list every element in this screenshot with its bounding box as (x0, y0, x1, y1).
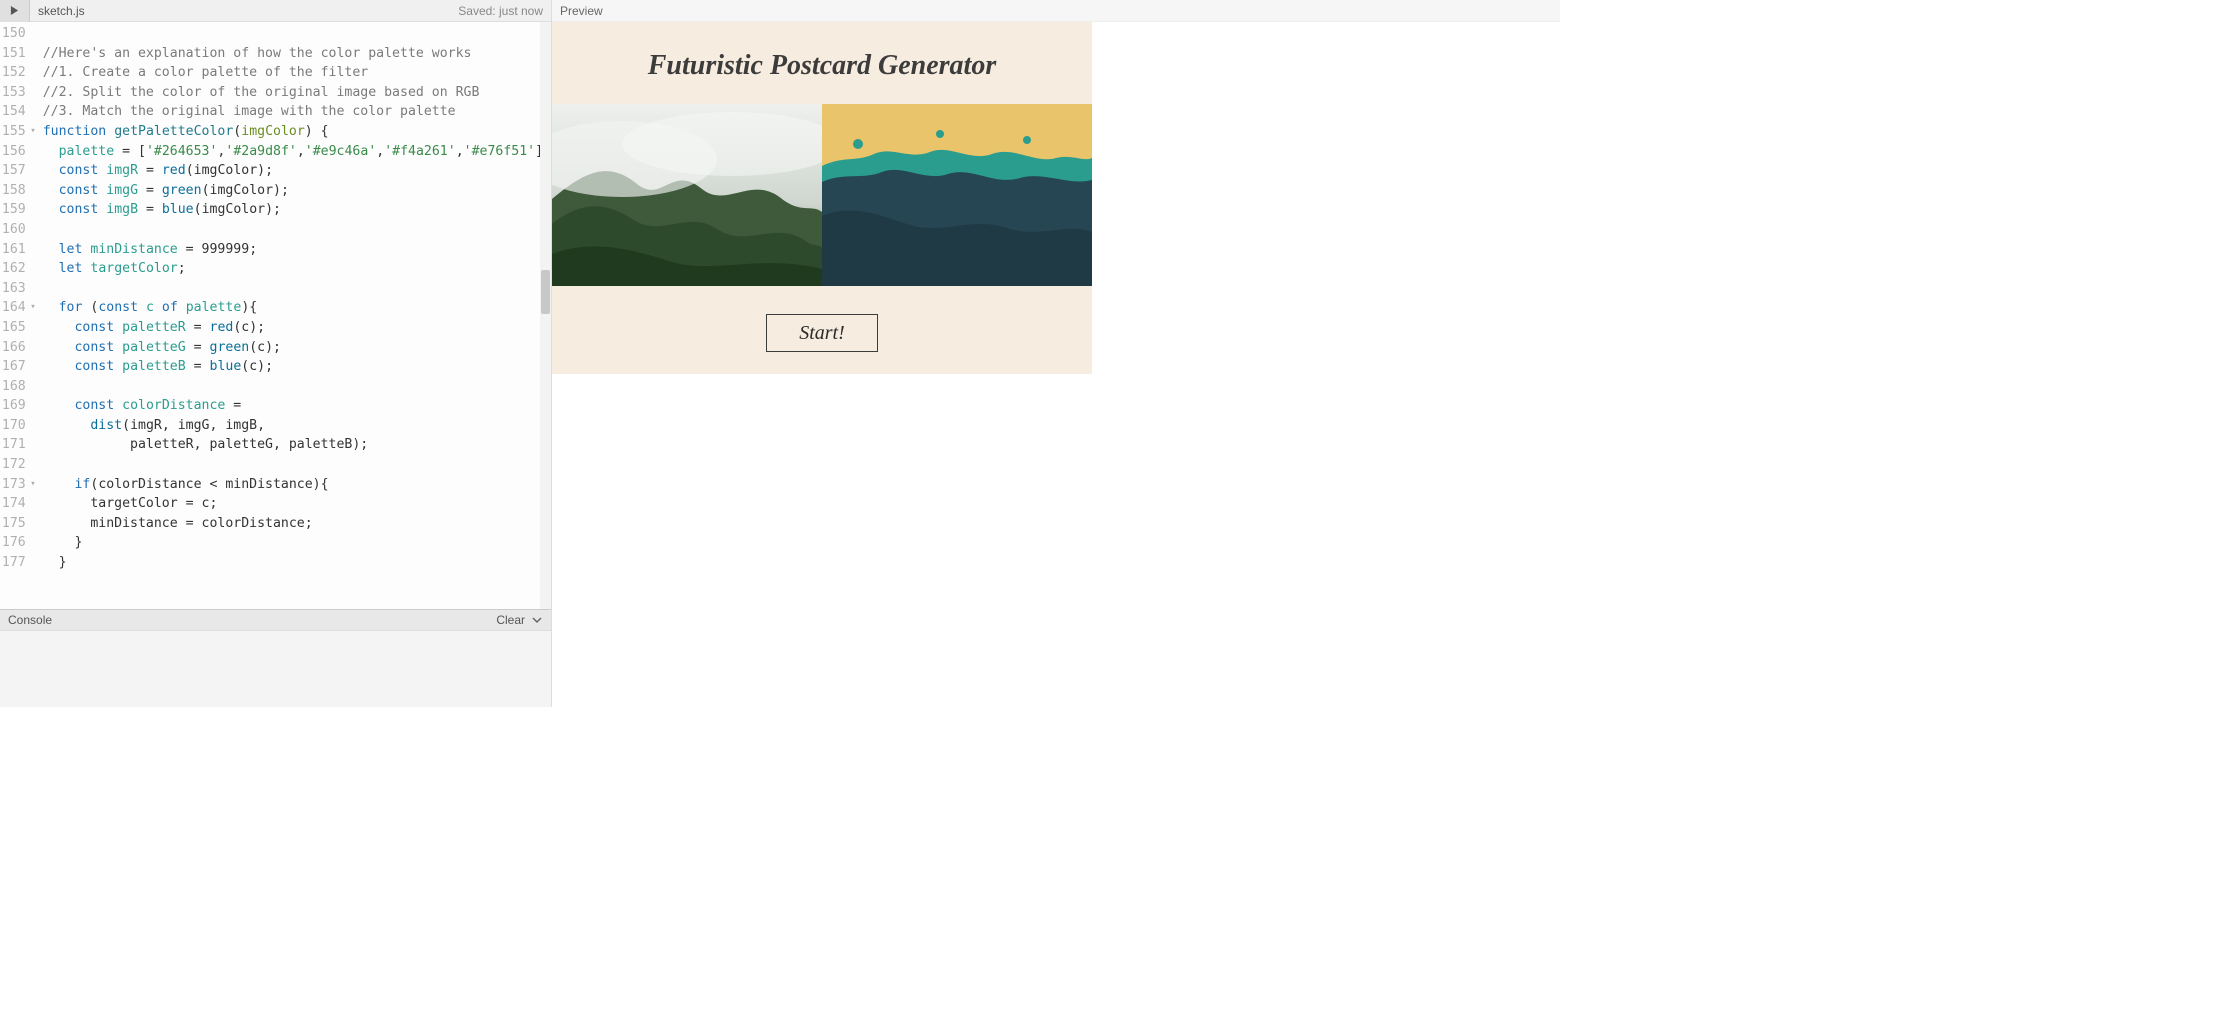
code-line[interactable]: paletteR, paletteG, paletteB); (43, 435, 551, 455)
line-number: 168 (0, 377, 26, 397)
preview-header: Preview (552, 0, 1560, 22)
editor-panel: sketch.js Saved: just now 15015115215315… (0, 0, 552, 707)
preview-label: Preview (560, 4, 603, 18)
line-number: 171 (0, 435, 26, 455)
scrollbar-thumb[interactable] (541, 270, 550, 314)
chevron-down-icon[interactable] (531, 614, 543, 626)
code-line[interactable] (43, 279, 551, 299)
code-line[interactable]: //Here's an explanation of how the color… (43, 44, 551, 64)
preview-panel: Preview Futuristic Postcard Generator (552, 0, 1560, 707)
code-line[interactable] (43, 24, 551, 44)
filename-label: sketch.js (30, 4, 458, 18)
scrollbar-track[interactable] (540, 22, 551, 609)
line-number: 159 (0, 200, 26, 220)
code-line[interactable]: const paletteG = green(c); (43, 338, 551, 358)
code-line[interactable] (43, 220, 551, 240)
code-line[interactable]: let targetColor; (43, 259, 551, 279)
editor-header: sketch.js Saved: just now (0, 0, 551, 22)
clear-button[interactable]: Clear (496, 613, 525, 627)
code-line[interactable]: const paletteR = red(c); (43, 318, 551, 338)
code-line[interactable]: } (43, 533, 551, 553)
line-number: 174 (0, 494, 26, 514)
line-number: 176 (0, 533, 26, 553)
line-number: 153 (0, 83, 26, 103)
console-body (0, 631, 551, 707)
line-number: 158 (0, 181, 26, 201)
image-row (552, 104, 1092, 286)
original-image (552, 104, 822, 286)
start-button[interactable]: Start! (766, 314, 878, 352)
filtered-image (822, 104, 1092, 286)
line-number: 156 (0, 142, 26, 162)
line-number: 177 (0, 553, 26, 573)
code-line[interactable]: const colorDistance = (43, 396, 551, 416)
line-number: 165 (0, 318, 26, 338)
line-number: 169 (0, 396, 26, 416)
code-line[interactable] (43, 377, 551, 397)
code-line[interactable]: const imgB = blue(imgColor); (43, 200, 551, 220)
line-number: 160 (0, 220, 26, 240)
code-line[interactable]: //1. Create a color palette of the filte… (43, 63, 551, 83)
line-number: 161 (0, 240, 26, 260)
code-line[interactable]: } (43, 553, 551, 573)
code-line[interactable]: minDistance = colorDistance; (43, 514, 551, 534)
code-line[interactable] (43, 455, 551, 475)
line-number: 173 (0, 475, 26, 495)
preview-body: Futuristic Postcard Generator (552, 22, 1560, 707)
console-label: Console (8, 613, 52, 627)
line-number: 155 (0, 122, 26, 142)
code-line[interactable]: const paletteB = blue(c); (43, 357, 551, 377)
line-number: 164 (0, 298, 26, 318)
line-number: 170 (0, 416, 26, 436)
code-line[interactable]: if(colorDistance < minDistance){ (43, 475, 551, 495)
line-number: 151 (0, 44, 26, 64)
line-number: 167 (0, 357, 26, 377)
console-header[interactable]: Console Clear (0, 609, 551, 631)
line-gutter: 1501511521531541551561571581591601611621… (0, 22, 31, 609)
code-line[interactable]: //3. Match the original image with the c… (43, 102, 551, 122)
line-number: 152 (0, 63, 26, 83)
code-line[interactable]: let minDistance = 999999; (43, 240, 551, 260)
code-line[interactable]: targetColor = c; (43, 494, 551, 514)
line-number: 172 (0, 455, 26, 475)
code-area[interactable]: //Here's an explanation of how the color… (31, 22, 551, 609)
line-number: 157 (0, 161, 26, 181)
run-button[interactable] (0, 0, 30, 22)
postcard-app: Futuristic Postcard Generator (552, 22, 1092, 374)
code-editor[interactable]: 1501511521531541551561571581591601611621… (0, 22, 551, 609)
line-number: 163 (0, 279, 26, 299)
app-title: Futuristic Postcard Generator (552, 22, 1092, 104)
code-line[interactable]: function getPaletteColor(imgColor) { (43, 122, 551, 142)
code-line[interactable]: const imgG = green(imgColor); (43, 181, 551, 201)
line-number: 154 (0, 102, 26, 122)
code-line[interactable]: //2. Split the color of the original ima… (43, 83, 551, 103)
line-number: 166 (0, 338, 26, 358)
line-number: 175 (0, 514, 26, 534)
code-line[interactable]: for (const c of palette){ (43, 298, 551, 318)
line-number: 162 (0, 259, 26, 279)
line-number: 150 (0, 24, 26, 44)
saved-status: Saved: just now (458, 4, 551, 18)
code-line[interactable]: const imgR = red(imgColor); (43, 161, 551, 181)
code-line[interactable]: palette = ['#264653','#2a9d8f','#e9c46a'… (43, 142, 551, 162)
play-icon (10, 6, 19, 15)
code-line[interactable]: dist(imgR, imgG, imgB, (43, 416, 551, 436)
